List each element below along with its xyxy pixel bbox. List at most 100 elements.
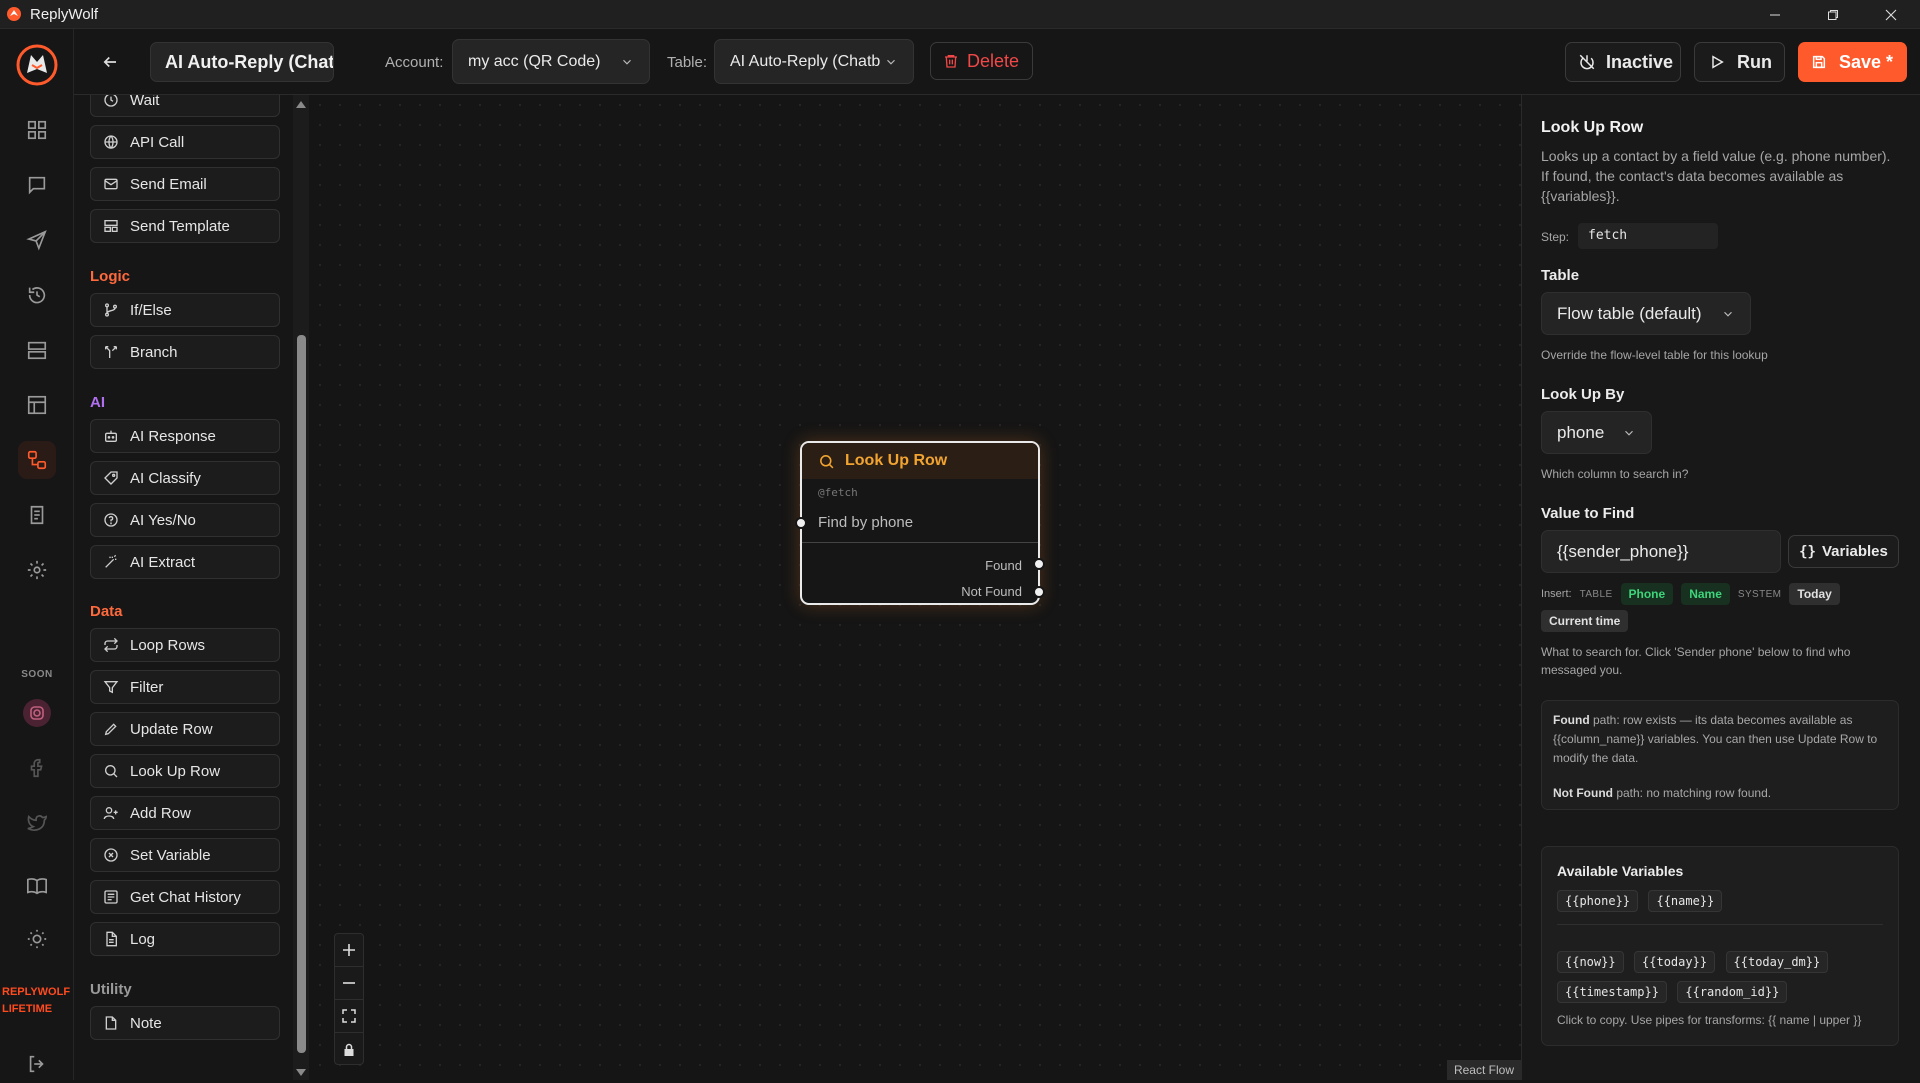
braces-icon: {} bbox=[1799, 543, 1816, 560]
value-to-find-input[interactable]: {{sender_phone}} bbox=[1541, 530, 1781, 573]
lookup-by-label: Look Up By bbox=[1541, 386, 1625, 403]
zoom-in-button[interactable] bbox=[335, 934, 363, 967]
palette-item-look-up-row[interactable]: Look Up Row bbox=[90, 754, 280, 788]
var-chip-now[interactable]: {{now}} bbox=[1557, 951, 1624, 973]
nav-flows-icon[interactable] bbox=[18, 441, 56, 479]
value-to-find-label: Value to Find bbox=[1541, 505, 1635, 522]
insert-chip-today[interactable]: Today bbox=[1789, 583, 1840, 605]
scroll-up-icon[interactable] bbox=[296, 101, 306, 108]
split-icon bbox=[105, 346, 117, 358]
save-button[interactable]: Save * bbox=[1798, 42, 1907, 82]
palette-item-ai-response[interactable]: AI Response bbox=[90, 419, 280, 453]
node-output-not-found: Not Found bbox=[961, 584, 1022, 599]
available-variables-box: Available Variables {{phone}} {{name}} {… bbox=[1541, 846, 1899, 1046]
inactive-label: Inactive bbox=[1606, 51, 1674, 72]
replywolf-logo-icon[interactable] bbox=[15, 43, 59, 87]
palette-item-api-call[interactable]: API Call bbox=[90, 125, 280, 159]
react-flow-attribution[interactable]: React Flow bbox=[1446, 1060, 1521, 1080]
restore-button[interactable] bbox=[1804, 0, 1862, 29]
logout-icon[interactable] bbox=[18, 1045, 56, 1083]
palette-item-update-row[interactable]: Update Row bbox=[90, 712, 280, 746]
close-window-button[interactable] bbox=[1862, 0, 1920, 29]
palette-item-wait[interactable]: Wait bbox=[90, 95, 280, 117]
theme-sun-icon[interactable] bbox=[18, 920, 56, 958]
found-path-info: Found path: row exists — its data become… bbox=[1553, 711, 1887, 768]
lock-canvas-button[interactable] bbox=[335, 1033, 363, 1066]
variables-button[interactable]: {} Variables bbox=[1788, 535, 1899, 568]
palette-item-label: AI Extract bbox=[130, 553, 196, 571]
var-chip-today-dm[interactable]: {{today_dm}} bbox=[1725, 951, 1829, 973]
palette-item-note[interactable]: Note bbox=[90, 1006, 280, 1040]
palette-item-if-else[interactable]: If/Else bbox=[90, 293, 280, 327]
minimize-button[interactable] bbox=[1746, 0, 1804, 29]
palette-item-ai-classify[interactable]: AI Classify bbox=[90, 461, 280, 495]
palette-item-label: Send Template bbox=[130, 217, 230, 235]
chevron-down-icon bbox=[623, 59, 631, 65]
nav-chat-icon[interactable] bbox=[18, 166, 56, 204]
insert-chip-current-time[interactable]: Current time bbox=[1541, 610, 1629, 632]
palette-item-label: Send Email bbox=[130, 175, 207, 193]
var-chip-name[interactable]: {{name}} bbox=[1648, 890, 1723, 912]
flow-node-look-up-row[interactable]: Look Up Row @fetch Find by phone Found N… bbox=[795, 441, 1045, 605]
path-info-box: Found path: row exists — its data become… bbox=[1541, 700, 1899, 810]
search-icon bbox=[820, 454, 834, 468]
insert-chip-phone[interactable]: Phone bbox=[1620, 583, 1674, 605]
system-vars-row-1: {{now}} {{today}} {{today_dm}} bbox=[1557, 951, 1883, 973]
palette-item-send-template[interactable]: Send Template bbox=[90, 209, 280, 243]
step-input[interactable]: fetch bbox=[1578, 223, 1718, 249]
inactive-toggle-button[interactable]: Inactive bbox=[1565, 42, 1681, 82]
nav-history-icon[interactable] bbox=[18, 276, 56, 314]
system-vars-row-2: {{timestamp}} {{random_id}} bbox=[1557, 981, 1883, 1003]
run-button[interactable]: Run bbox=[1694, 42, 1785, 82]
flow-name-input[interactable]: AI Auto-Reply (Chatbot) bbox=[150, 42, 334, 82]
nav-tables-icon[interactable] bbox=[18, 386, 56, 424]
palette-scrollbar[interactable] bbox=[293, 95, 309, 1080]
table-field-select[interactable]: Flow table (default) bbox=[1541, 292, 1751, 335]
facebook-icon bbox=[18, 749, 56, 787]
palette-item-send-email[interactable]: Send Email bbox=[90, 167, 280, 201]
delete-button[interactable]: Delete bbox=[930, 42, 1033, 80]
plus-icon bbox=[343, 944, 355, 956]
palette-item-loop-rows[interactable]: Loop Rows bbox=[90, 628, 280, 662]
fit-view-button[interactable] bbox=[335, 1000, 363, 1033]
insert-chip-name[interactable]: Name bbox=[1681, 583, 1730, 605]
back-button[interactable] bbox=[96, 48, 124, 76]
palette-section-data: Data bbox=[90, 603, 123, 620]
lookup-by-select[interactable]: phone bbox=[1541, 411, 1652, 454]
palette-item-ai-extract[interactable]: AI Extract bbox=[90, 545, 280, 579]
account-select[interactable]: my acc (QR Code) bbox=[452, 39, 650, 84]
palette-item-ai-yes-no[interactable]: AI Yes/No bbox=[90, 503, 280, 537]
node-found-handle[interactable] bbox=[1033, 558, 1045, 570]
palette-item-set-variable[interactable]: Set Variable bbox=[90, 838, 280, 872]
save-label: Save * bbox=[1839, 51, 1894, 72]
node-palette: Wait API Call Send Email Send Template L… bbox=[74, 95, 304, 1080]
node-not-found-handle[interactable] bbox=[1033, 586, 1045, 598]
flow-canvas[interactable]: Look Up Row @fetch Find by phone Found N… bbox=[310, 95, 1522, 1080]
file-text-icon bbox=[106, 931, 117, 947]
palette-item-branch[interactable]: Branch bbox=[90, 335, 280, 369]
nav-send-icon[interactable] bbox=[18, 221, 56, 259]
palette-item-filter[interactable]: Filter bbox=[90, 670, 280, 704]
nav-settings-icon[interactable] bbox=[18, 551, 56, 589]
account-label: Account: bbox=[385, 54, 444, 71]
palette-item-add-row[interactable]: Add Row bbox=[90, 796, 280, 830]
var-chip-timestamp[interactable]: {{timestamp}} bbox=[1557, 981, 1667, 1003]
history-list-icon bbox=[104, 890, 118, 904]
var-chip-phone[interactable]: {{phone}} bbox=[1557, 890, 1639, 912]
zoom-out-button[interactable] bbox=[335, 967, 363, 1000]
nav-templates-icon[interactable] bbox=[18, 331, 56, 369]
node-input-handle[interactable] bbox=[795, 517, 807, 529]
palette-item-log[interactable]: Log bbox=[90, 922, 280, 956]
docs-book-icon[interactable] bbox=[18, 867, 56, 905]
nav-logs-icon[interactable] bbox=[18, 496, 56, 534]
scrollbar-thumb[interactable] bbox=[297, 335, 306, 1053]
nav-dashboard-icon[interactable] bbox=[18, 111, 56, 149]
palette-item-get-chat-history[interactable]: Get Chat History bbox=[90, 880, 280, 914]
var-chip-today[interactable]: {{today}} bbox=[1634, 951, 1716, 973]
scroll-down-icon[interactable] bbox=[296, 1069, 306, 1076]
not-found-path-info: Not Found path: no matching row found. bbox=[1553, 784, 1887, 803]
not-found-path-text: path: no matching row found. bbox=[1612, 786, 1772, 800]
var-chip-random-id[interactable]: {{random_id}} bbox=[1677, 981, 1788, 1003]
palette-item-label: Set Variable bbox=[130, 846, 211, 864]
table-select[interactable]: AI Auto-Reply (Chatbot) bbox=[714, 39, 914, 84]
